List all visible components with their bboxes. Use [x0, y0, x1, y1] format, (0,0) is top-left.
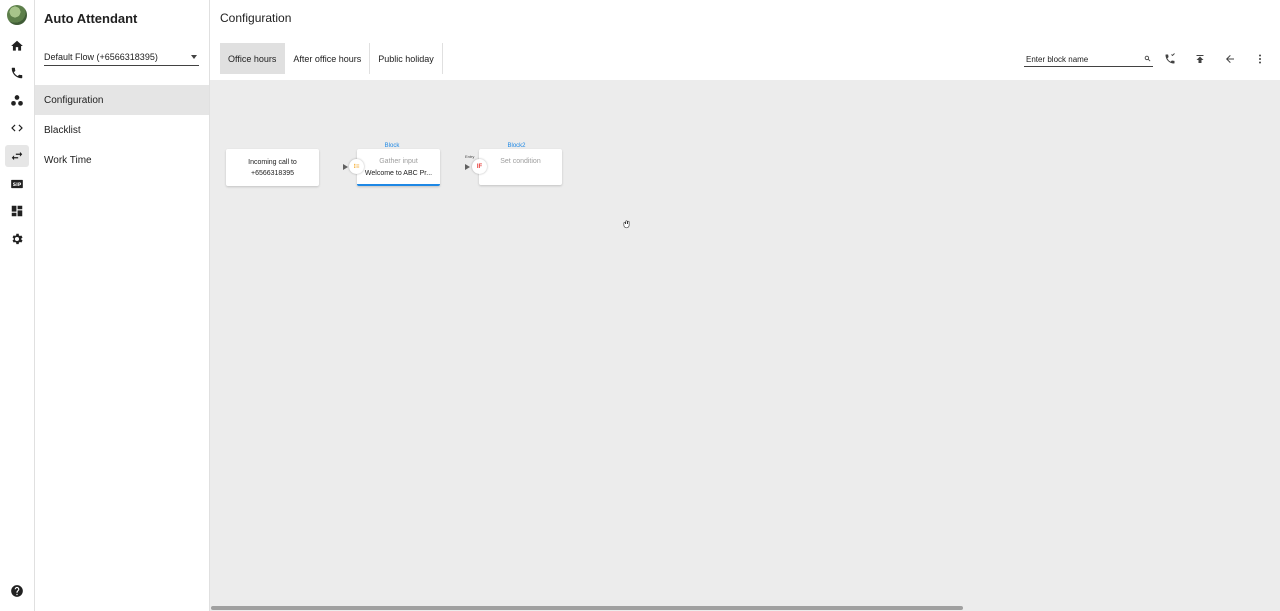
phone-icon[interactable]	[5, 62, 29, 84]
code-icon[interactable]	[5, 117, 29, 139]
sidebar-item-blacklist[interactable]: Blacklist	[35, 115, 209, 145]
page-title: Configuration	[220, 11, 292, 25]
gather-input-node[interactable]: Gather input Welcome to ABC Pr...	[357, 149, 440, 186]
main-area: Configuration Office hours After office …	[210, 0, 1280, 611]
tab-bar: Office hours After office hours Public h…	[220, 43, 443, 74]
tab-after-office-hours[interactable]: After office hours	[285, 43, 371, 74]
sidebar-item-label: Configuration	[44, 94, 104, 106]
set-condition-node[interactable]: Set condition	[479, 149, 562, 185]
flow-select-value: Default Flow (+6566318395)	[44, 52, 158, 62]
node-type: Set condition	[500, 158, 541, 165]
flow-icon[interactable]	[5, 145, 29, 167]
home-icon[interactable]	[5, 35, 29, 57]
block-search	[1024, 52, 1153, 67]
connector-arrow	[465, 164, 470, 170]
gather-input-icon: ⁝≡	[349, 159, 364, 174]
test-call-icon[interactable]	[1162, 51, 1178, 67]
sidebar-item-configuration[interactable]: Configuration	[35, 85, 209, 115]
node-type: Gather input	[379, 158, 418, 165]
flow-canvas[interactable]: Incoming call to +6566318395 Block Gathe…	[210, 80, 1280, 611]
publish-icon[interactable]	[1192, 51, 1208, 67]
sidebar-item-label: Blacklist	[44, 124, 81, 136]
tab-office-hours[interactable]: Office hours	[220, 43, 286, 74]
search-icon[interactable]	[1144, 55, 1151, 64]
tab-public-holiday[interactable]: Public holiday	[370, 43, 442, 74]
entry-label: Entry	[465, 154, 475, 159]
incoming-call-node[interactable]: Incoming call to +6566318395	[226, 149, 319, 186]
side-panel: Auto Attendant Default Flow (+6566318395…	[35, 0, 210, 611]
app-window: SIP Auto Attendant Default Flow (+656631…	[0, 0, 1280, 611]
condition-if-icon: IF	[472, 159, 487, 174]
panel-title: Auto Attendant	[44, 11, 138, 26]
flow-select[interactable]: Default Flow (+6566318395)	[44, 49, 199, 66]
avatar[interactable]	[7, 5, 27, 25]
svg-text:SIP: SIP	[13, 182, 22, 188]
icon-rail: SIP	[0, 0, 35, 611]
sidebar-item-work-time[interactable]: Work Time	[35, 145, 209, 175]
hand-cursor-icon	[623, 220, 630, 229]
search-input[interactable]	[1026, 54, 1131, 64]
sidebar-item-label: Work Time	[44, 154, 92, 166]
connector-arrow	[343, 164, 348, 170]
node-text: Welcome to ABC Pr...	[364, 170, 433, 177]
dashboard-icon[interactable]	[5, 200, 29, 222]
node-text: Incoming call to	[248, 158, 297, 166]
help-icon[interactable]	[5, 580, 29, 602]
contacts-icon[interactable]	[5, 90, 29, 112]
back-arrow-icon[interactable]	[1222, 51, 1238, 67]
node-text: +6566318395	[250, 169, 295, 177]
more-vertical-icon[interactable]	[1252, 51, 1268, 67]
horizontal-scrollbar[interactable]	[211, 606, 963, 610]
sip-icon[interactable]: SIP	[5, 173, 29, 195]
chevron-down-icon	[191, 55, 197, 59]
settings-icon[interactable]	[5, 228, 29, 250]
